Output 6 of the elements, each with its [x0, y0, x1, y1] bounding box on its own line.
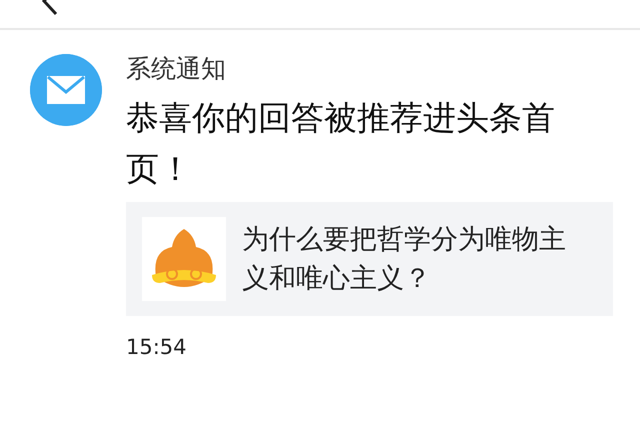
message-text: 恭喜你的回答被推荐进头条首页！ [126, 97, 556, 190]
question-title: 为什么要把哲学分为唯物主义和唯心主义？ [242, 223, 567, 296]
linked-question-card[interactable]: 为什么要把哲学分为唯物主义和唯心主义？ [126, 202, 613, 316]
mail-icon [30, 54, 102, 126]
sender-name: 系统通知 [126, 54, 227, 84]
message-time: 15:54 [126, 334, 188, 362]
